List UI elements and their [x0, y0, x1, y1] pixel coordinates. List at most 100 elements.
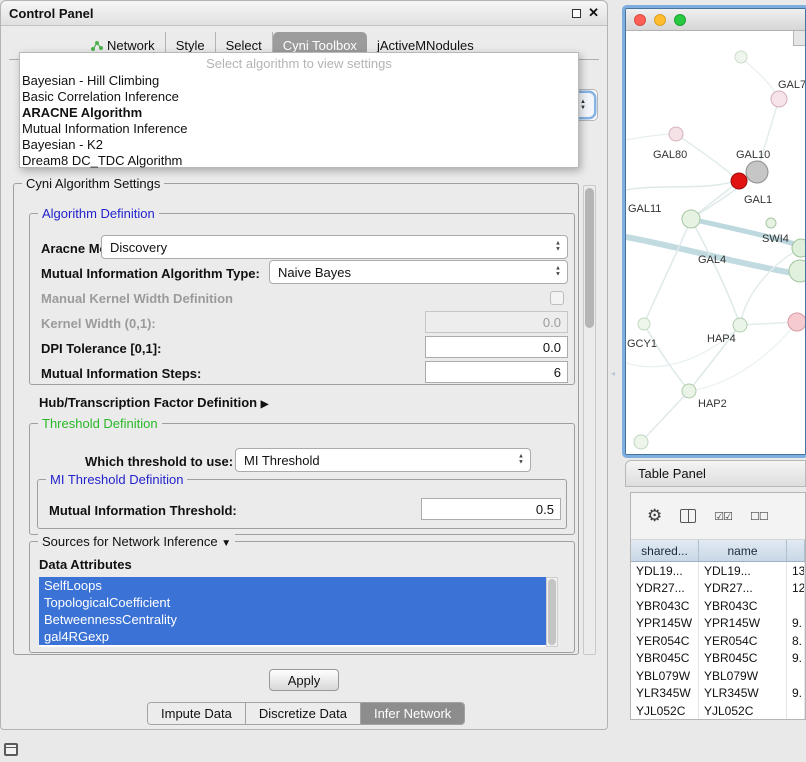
network-node[interactable]	[682, 210, 700, 228]
chevron-updown-icon: ▲▼	[555, 242, 561, 253]
table-row[interactable]: YDL19...YDL19...13	[631, 562, 805, 580]
table-row[interactable]: YJL052CYJL052C	[631, 702, 805, 720]
network-edge[interactable]	[641, 391, 689, 442]
zoom-traffic-light-icon[interactable]	[674, 14, 686, 26]
network-node[interactable]	[682, 384, 696, 398]
table-panel-header[interactable]: Table Panel	[625, 460, 806, 487]
mi-threshold-title: MI Threshold Definition	[46, 472, 187, 487]
network-node[interactable]	[792, 239, 805, 257]
settings-scrollbar[interactable]	[583, 185, 596, 655]
manual-kernel-checkbox[interactable]	[550, 291, 564, 305]
sources-toggle[interactable]: Sources for Network Inference ▼	[38, 534, 235, 551]
mi-threshold-value: 0.5	[536, 502, 554, 517]
network-node[interactable]	[771, 91, 787, 107]
attribute-list-item[interactable]: BetweennessCentrality	[39, 611, 546, 628]
tab-label: Cyni Toolbox	[283, 38, 357, 53]
network-node[interactable]	[669, 127, 683, 141]
select-none-icon[interactable]: ☐☐	[750, 510, 768, 523]
network-edge[interactable]	[626, 134, 676, 141]
column-header[interactable]: name	[699, 540, 787, 561]
columns-icon[interactable]	[680, 509, 696, 523]
algorithm-option[interactable]: Bayesian - K2	[20, 137, 578, 153]
aracne-mode-value: Discovery	[110, 240, 167, 255]
network-node[interactable]	[766, 218, 776, 228]
dpi-tolerance-field[interactable]: 0.0	[425, 336, 568, 358]
tab-label: Select	[226, 38, 262, 53]
gear-icon[interactable]: ⚙	[647, 506, 662, 526]
table-row[interactable]: YPR145WYPR145W9.	[631, 615, 805, 633]
network-edge[interactable]	[740, 248, 801, 325]
network-node[interactable]	[733, 318, 747, 332]
attribute-list-item[interactable]: SelfLoops	[39, 577, 546, 594]
scroll-corner	[793, 31, 805, 46]
splitter-handle-icon[interactable]: ◂	[611, 369, 618, 380]
network-titlebar[interactable]	[626, 9, 805, 31]
algorithm-option[interactable]: Mutual Information Inference	[20, 121, 578, 137]
network-node[interactable]	[731, 173, 747, 189]
network-edge[interactable]	[689, 322, 797, 391]
table-row[interactable]: YBR043CYBR043C	[631, 597, 805, 615]
algorithm-option[interactable]: ARACNE Algorithm	[20, 105, 578, 121]
tab-infer-network[interactable]: Infer Network	[361, 703, 464, 724]
attribute-list-item[interactable]: TopologicalCoefficient	[39, 594, 546, 611]
table-row[interactable]: YBR045CYBR045C9.	[631, 650, 805, 668]
table-cell: YLR345W	[631, 685, 699, 703]
table-row[interactable]: YBL079WYBL079W	[631, 667, 805, 685]
mi-type-value: Naive Bayes	[278, 265, 351, 280]
close-traffic-light-icon[interactable]	[634, 14, 646, 26]
kernel-width-field[interactable]: 0.0	[425, 311, 568, 333]
table-row[interactable]: YLR345WYLR345W9.	[631, 685, 805, 703]
tab-impute-data[interactable]: Impute Data	[148, 703, 246, 724]
column-header[interactable]	[787, 540, 805, 561]
network-node[interactable]	[638, 318, 650, 330]
network-canvas[interactable]: GAL7GAL80GAL10GAL11GAL1SWI4GAL4GCY1HAP4H…	[626, 31, 805, 454]
tab-label: Network	[107, 38, 155, 53]
mi-type-select[interactable]: Naive Bayes ▲▼	[269, 260, 568, 284]
table-cell: YER054C	[631, 632, 699, 650]
network-edge[interactable]	[644, 219, 691, 324]
table-cell: YBR043C	[699, 597, 787, 615]
node-label: HAP4	[707, 333, 736, 345]
algorithm-option[interactable]: Basic Correlation Inference	[20, 89, 578, 105]
table-cell: YBR045C	[631, 650, 699, 668]
minimize-traffic-light-icon[interactable]	[654, 14, 666, 26]
network-node[interactable]	[746, 161, 768, 183]
hub-definition-toggle[interactable]: Hub/Transcription Factor Definition ▶	[39, 395, 268, 410]
attributes-scrollbar[interactable]	[546, 577, 558, 647]
mi-steps-label: Mutual Information Steps:	[41, 366, 201, 381]
apply-button[interactable]: Apply	[269, 669, 339, 691]
attributes-scrollbar-thumb[interactable]	[548, 579, 556, 645]
table-cell: YBL079W	[699, 667, 787, 685]
tab-discretize-data[interactable]: Discretize Data	[246, 703, 361, 724]
node-label: GAL7	[778, 79, 805, 91]
column-header[interactable]: shared...	[631, 540, 699, 561]
network-node[interactable]	[634, 435, 648, 449]
select-all-icon[interactable]: ☑☑	[714, 510, 732, 523]
table-cell: YPR145W	[699, 615, 787, 633]
table-row[interactable]: YDR27...YDR27...12	[631, 580, 805, 598]
attribute-list-item[interactable]: gal4RGexp	[39, 628, 546, 645]
mi-steps-field[interactable]: 6	[425, 361, 568, 383]
close-icon[interactable]: ✕	[588, 8, 599, 18]
chevron-updown-icon: ▲▼	[555, 267, 561, 278]
algorithm-option[interactable]: Dream8 DC_TDC Algorithm	[20, 153, 578, 169]
network-edge[interactable]	[644, 324, 689, 391]
panel-restore-icon[interactable]	[4, 743, 18, 756]
table-panel-window: ⚙ ☑☑ ☐☐ shared...name YDL19...YDL19...13…	[630, 492, 806, 720]
data-attributes-list[interactable]: SelfLoopsTopologicalCoefficientBetweenne…	[39, 577, 546, 647]
control-panel-titlebar[interactable]: Control Panel ✕	[1, 1, 607, 26]
algorithm-option[interactable]: Bayesian - Hill Climbing	[20, 73, 578, 89]
network-node[interactable]	[789, 260, 805, 282]
network-node[interactable]	[788, 313, 805, 331]
mi-steps-value: 6	[554, 365, 561, 380]
table-row[interactable]: YER054CYER054C8.	[631, 632, 805, 650]
node-label: GAL10	[736, 149, 770, 161]
network-edge[interactable]	[691, 219, 740, 325]
mi-threshold-field[interactable]: 0.5	[421, 498, 561, 520]
bottom-tab-bar: Impute DataDiscretize DataInfer Network	[147, 702, 465, 725]
float-window-icon[interactable]	[572, 9, 581, 18]
which-threshold-select[interactable]: MI Threshold ▲▼	[235, 448, 531, 472]
network-node[interactable]	[735, 51, 747, 63]
settings-scrollbar-thumb[interactable]	[585, 188, 594, 328]
aracne-mode-select[interactable]: Discovery ▲▼	[101, 235, 568, 259]
